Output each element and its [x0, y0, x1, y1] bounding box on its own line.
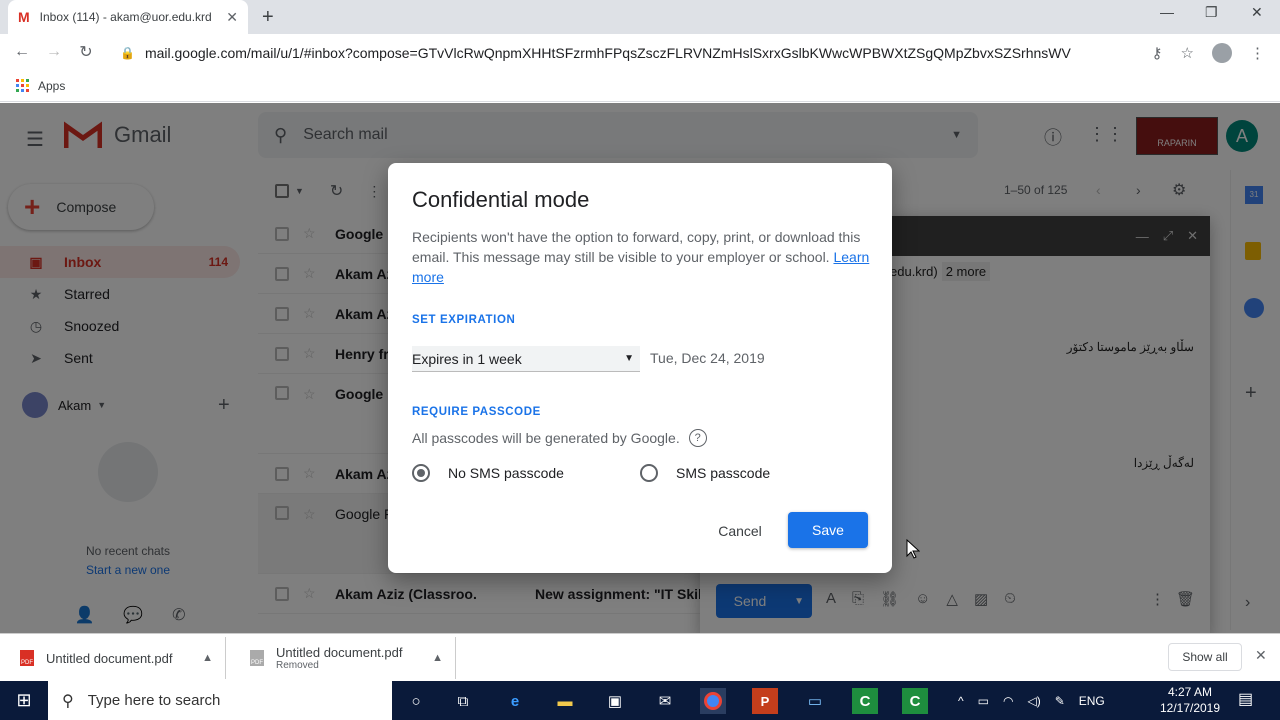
save-button[interactable]: Save	[788, 512, 868, 548]
download-name: Untitled document.pdf	[276, 645, 403, 660]
powerpoint-icon[interactable]: P	[752, 688, 778, 714]
downloads-bar: PDF Untitled document.pdf ▲ PDF Untitled…	[0, 633, 1280, 681]
notifications-icon[interactable]: ▤	[1238, 689, 1253, 709]
remote-desktop-icon[interactable]: ▭	[802, 688, 828, 714]
chrome-icon[interactable]	[700, 688, 726, 714]
description-text: Recipients won't have the option to forw…	[412, 229, 861, 265]
taskbar-search-placeholder: Type here to search	[87, 692, 221, 709]
address-bar[interactable]: 🔒 mail.google.com/mail/u/1/#inbox?compos…	[110, 39, 1275, 67]
dialog-title: Confidential mode	[412, 187, 590, 212]
close-tab-icon[interactable]: ✕	[226, 9, 238, 26]
set-expiration-label: SET EXPIRATION	[412, 314, 516, 326]
close-downloads-icon[interactable]: ✕	[1255, 647, 1267, 664]
tab-title: Inbox (114) - akam@uor.edu.krd	[39, 10, 212, 24]
bookmarks-bar: Apps	[0, 70, 1280, 102]
sms-passcode-radio[interactable]: SMS passcode	[640, 464, 770, 482]
file-explorer-icon[interactable]: ▬	[552, 688, 578, 714]
pdf-file-icon: PDF	[20, 650, 34, 666]
dropdown-arrow-icon: ▼	[624, 353, 634, 364]
forward-icon[interactable]: →	[38, 43, 70, 61]
gmail-favicon-icon: M	[18, 9, 30, 25]
restore-icon[interactable]: ❐	[1205, 4, 1218, 21]
cortana-icon[interactable]: ○	[403, 688, 429, 714]
windows-start-icon[interactable]: ⊞	[0, 681, 48, 720]
dialog-description: Recipients won't have the option to forw…	[412, 227, 872, 287]
radio-selected-icon	[412, 464, 430, 482]
search-icon: ⚲	[62, 692, 74, 710]
confidential-mode-dialog: Confidential mode Recipients won't have …	[388, 163, 892, 573]
key-icon[interactable]: ⚷	[1152, 44, 1163, 62]
download-info: Untitled document.pdf Removed	[276, 645, 432, 671]
radio-label: No SMS passcode	[448, 465, 564, 481]
expiration-value: Expires in 1 week	[412, 350, 522, 367]
passcode-info: All passcodes will be generated by Googl…	[412, 429, 707, 447]
no-sms-passcode-radio[interactable]: No SMS passcode	[412, 464, 564, 482]
language-indicator[interactable]: ENG	[1079, 694, 1105, 708]
mouse-cursor-icon	[906, 538, 921, 564]
taskbar-search[interactable]: ⚲ Type here to search	[48, 681, 392, 720]
download-item[interactable]: PDF Untitled document.pdf Removed ▲	[230, 637, 456, 679]
reload-icon[interactable]: ↻	[70, 42, 102, 62]
chevron-up-icon[interactable]: ▲	[432, 652, 443, 664]
url-text[interactable]: mail.google.com/mail/u/1/#inbox?compose=…	[145, 45, 1134, 61]
show-all-button[interactable]: Show all	[1168, 643, 1242, 671]
wifi-icon[interactable]: ◠	[1003, 694, 1013, 708]
pdf-file-icon: PDF	[250, 650, 264, 666]
minimize-icon[interactable]: —	[1160, 4, 1174, 20]
bookmark-star-icon[interactable]: ☆	[1181, 44, 1194, 62]
download-item[interactable]: PDF Untitled document.pdf ▲	[0, 637, 226, 679]
battery-icon[interactable]: ▭	[978, 694, 989, 708]
pen-icon[interactable]: ✎	[1055, 694, 1065, 708]
radio-label: SMS passcode	[676, 465, 771, 481]
expiration-select[interactable]: Expires in 1 week ▼	[412, 346, 640, 372]
cancel-button[interactable]: Cancel	[704, 515, 776, 547]
clock-date: 12/17/2019	[1159, 701, 1221, 715]
profile-icon[interactable]	[1212, 43, 1232, 63]
task-view-icon[interactable]: ⧉	[450, 688, 476, 714]
new-tab-icon[interactable]: +	[262, 6, 274, 29]
lock-icon: 🔒	[120, 46, 135, 60]
passcode-info-text: All passcodes will be generated by Googl…	[412, 430, 680, 446]
download-status: Removed	[276, 660, 319, 671]
taskbar-clock[interactable]: 4:27 AM 12/17/2019	[1158, 684, 1222, 716]
mail-icon[interactable]: ✉	[652, 688, 678, 714]
tray-expand-icon[interactable]: ^	[958, 694, 964, 708]
help-question-icon[interactable]: ?	[688, 429, 707, 447]
back-icon[interactable]: ←	[6, 43, 38, 61]
require-passcode-label: REQUIRE PASSCODE	[412, 406, 541, 418]
store-icon[interactable]: ▣	[602, 688, 628, 714]
apps-bookmark[interactable]: Apps	[38, 79, 65, 93]
expiration-date: Tue, Dec 24, 2019	[650, 350, 765, 366]
camtasia-icon[interactable]: C	[852, 688, 878, 714]
volume-icon[interactable]: ◁)	[1027, 694, 1040, 708]
apps-grid-icon[interactable]	[16, 79, 29, 92]
clock-time: 4:27 AM	[1167, 685, 1213, 699]
browser-tab[interactable]: M Inbox (114) - akam@uor.edu.krd ✕	[8, 0, 248, 34]
edge-icon[interactable]: e	[502, 688, 528, 714]
camtasia-recorder-icon[interactable]: C	[902, 688, 928, 714]
chevron-up-icon[interactable]: ▲	[202, 652, 213, 664]
system-tray: ^ ▭ ◠ ◁) ✎ ENG	[958, 681, 1105, 720]
menu-dots-icon[interactable]: ⋮	[1250, 44, 1265, 62]
radio-unselected-icon	[640, 464, 658, 482]
close-window-icon[interactable]: ✕	[1251, 4, 1263, 21]
download-name: Untitled document.pdf	[46, 650, 173, 666]
